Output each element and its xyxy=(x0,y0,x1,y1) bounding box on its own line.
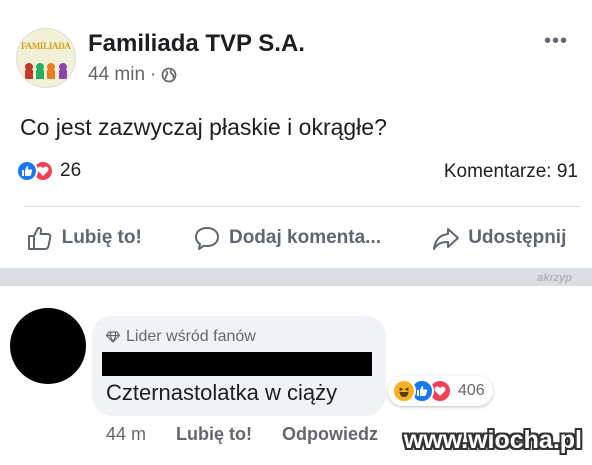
post-reactions[interactable]: 26 xyxy=(16,160,81,182)
comment-icon xyxy=(194,227,219,250)
post-header: FAMILIADA Familiada TVP S.A. 44 min · ••… xyxy=(16,28,576,92)
page-avatar-logo-text: FAMILIADA xyxy=(21,41,71,51)
like-button-label: Lubię to! xyxy=(61,227,142,248)
comment-bubble: Lider wśród fanów Czternastolatka w ciąż… xyxy=(92,316,386,416)
haha-icon xyxy=(392,379,416,403)
author-watermark: akrzyp xyxy=(537,272,572,284)
comment-reactions[interactable]: 406 xyxy=(388,376,493,406)
like-icon xyxy=(16,160,38,182)
globe-icon xyxy=(161,67,177,83)
comment-button-label: Dodaj komenta... xyxy=(228,227,382,248)
top-fan-label: Lider wśród fanów xyxy=(126,328,256,345)
post-meta: 44 min · xyxy=(88,64,177,86)
page-name[interactable]: Familiada TVP S.A. xyxy=(88,30,305,58)
post-time[interactable]: 44 min xyxy=(88,64,145,86)
more-options-icon[interactable]: ••• xyxy=(544,30,568,53)
comment-meta: 44 m Lubię to! Odpowiedz xyxy=(106,424,378,445)
post-text: Co jest zazwyczaj płaskie i okrągłe? xyxy=(20,114,387,140)
post-stats: 26 Komentarze: 91 xyxy=(16,160,578,188)
site-watermark: www.wiocha.pl xyxy=(403,426,582,454)
comment-text: Czternastolatka w ciąży xyxy=(106,380,338,405)
section-separator xyxy=(0,268,592,286)
comment-button[interactable]: Dodaj komenta... xyxy=(193,224,381,252)
meta-separator: · xyxy=(150,64,157,85)
diamond-icon xyxy=(106,331,120,343)
thumbs-up-icon xyxy=(27,226,51,250)
page-avatar[interactable]: FAMILIADA xyxy=(16,28,76,88)
commenter-name-redacted xyxy=(102,352,372,376)
comments-count[interactable]: Komentarze: 91 xyxy=(444,161,578,183)
share-icon xyxy=(433,228,460,250)
comment-like-link[interactable]: Lubię to! xyxy=(176,424,252,445)
reaction-count: 26 xyxy=(60,160,82,181)
like-button[interactable]: Lubię to! xyxy=(26,224,142,252)
commenter-avatar[interactable] xyxy=(10,308,86,384)
divider xyxy=(24,206,580,207)
comment-time[interactable]: 44 m xyxy=(106,424,146,445)
top-fan-badge: Lider wśród fanów xyxy=(106,328,256,346)
share-button-label: Udostępnij xyxy=(468,227,567,248)
comment-reaction-count: 406 xyxy=(458,382,485,399)
post-actions: Lubię to! Dodaj komenta... Udostępnij xyxy=(0,216,592,260)
avatar-figures-icon xyxy=(25,63,67,79)
comment-reply-link[interactable]: Odpowiedz xyxy=(282,424,378,445)
share-button[interactable]: Udostępnij xyxy=(432,224,566,252)
